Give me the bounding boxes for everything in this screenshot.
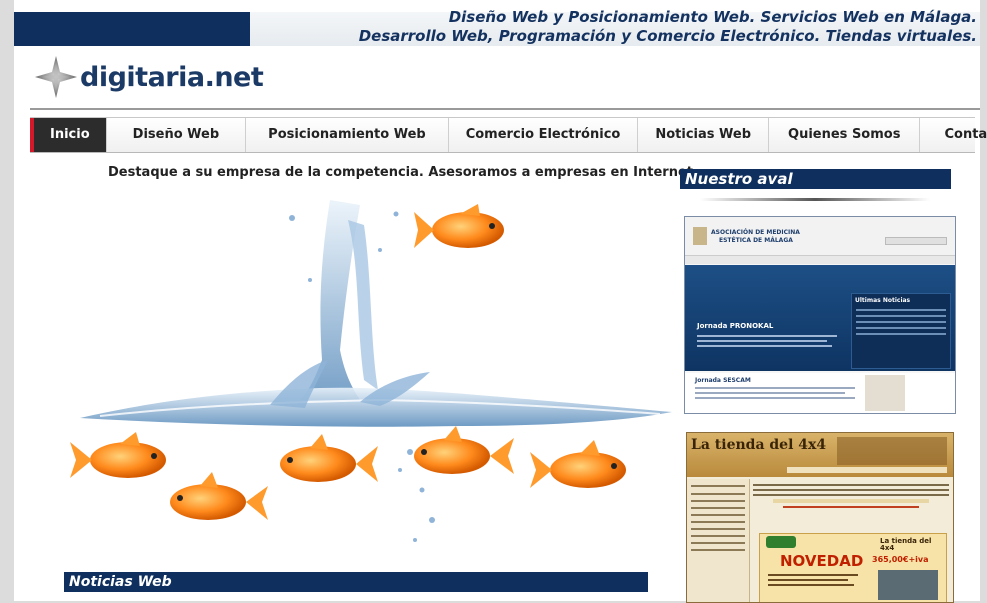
nav-item-inicio[interactable]: Inicio [30,118,107,152]
shot2-promo-price: 365,00€+iva [872,555,929,564]
shot1-org-line1: ASOCIACIÓN DE MEDICINA [711,229,800,236]
main-nav: Inicio Diseño Web Posicionamiento Web Co… [30,117,987,153]
sidebar-title: Nuestro aval [680,169,951,189]
shot1-news-box: Ultimas Noticias [851,293,951,369]
shot1-logo-icon [693,227,707,245]
shot2-intro [753,481,949,523]
shot1-search-input [885,237,947,245]
shot2-header: La tienda del 4x4 [687,433,953,477]
shot2-header-art [837,437,947,465]
fish-5 [530,440,626,488]
shot2-promo-box: La tienda del 4x4 NOVEDAD 365,00€+iva [759,533,947,602]
shot1-nav [685,255,955,264]
nav-item-quienes-somos[interactable]: Quienes Somos [769,118,921,152]
shot2-product-image [878,570,938,600]
nav-item-posicionamiento-web[interactable]: Posicionamiento Web [246,118,449,152]
shot1-org-line2: ESTÉTICA DE MÁLAGA [719,237,793,244]
news-section-title: Noticias Web [64,572,648,592]
shot1-content: Jornada SESCAM [685,373,955,413]
shot2-promo-brand: La tienda del 4x4 [880,537,932,552]
shot1-thumbnail [865,375,905,411]
sidebar-divider [700,198,930,201]
nav-item-comercio-electronico[interactable]: Comercio Electrónico [449,118,639,152]
shot1-header: ASOCIACIÓN DE MEDICINA ESTÉTICA DE MÁLAG… [685,217,955,255]
fish-4 [414,426,514,474]
tagline-line-2: Desarrollo Web, Programación y Comercio … [358,27,977,45]
shot2-sidebar [687,479,750,602]
shot1-banner: Ultimas Noticias Jornada PRONOKAL [685,265,955,371]
client-screenshot-medicina[interactable]: ASOCIACIÓN DE MEDICINA ESTÉTICA DE MÁLAG… [684,216,956,414]
shot1-article2: Jornada SESCAM [695,377,751,384]
shot2-promo-logo-icon [766,536,796,548]
nav-item-diseno-web[interactable]: Diseño Web [107,118,247,152]
shot2-promo-title: NOVEDAD [780,552,864,570]
header-divider [30,108,980,110]
tagline-line-1: Diseño Web y Posicionamiento Web. Servic… [448,8,977,26]
nav-item-noticias-web[interactable]: Noticias Web [638,118,770,152]
star-logo-icon [35,56,77,98]
header-band-dark [14,12,250,46]
shot1-news-box-title: Ultimas Noticias [855,297,911,304]
shot2-store-title: La tienda del 4x4 [691,437,827,453]
water-splash [80,200,672,542]
logo-text: digitaria.net [80,61,264,93]
fish-flying [414,204,504,248]
nav-item-contacto[interactable]: Contacto [920,118,987,152]
hero-headline: Destaque a su empresa de la competencia.… [108,165,698,180]
fish-1 [70,432,166,478]
fish-3 [280,434,378,482]
hero-image [70,200,672,542]
shot1-article1: Jornada PRONOKAL [697,322,774,330]
site-logo[interactable]: digitaria.net [34,52,264,102]
header-tagline: Diseño Web y Posicionamiento Web. Servic… [359,8,977,46]
fish-2 [170,472,268,520]
client-screenshot-tienda-4x4[interactable]: La tienda del 4x4 La tienda del 4x4 NOVE… [686,432,954,603]
